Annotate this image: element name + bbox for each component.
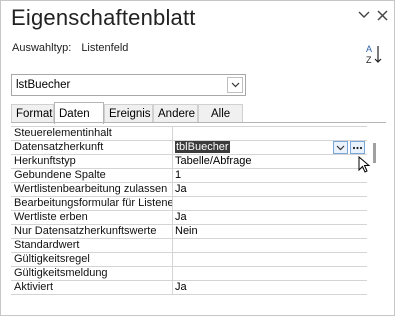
property-value[interactable]: 1 <box>173 169 367 182</box>
property-name: Datensatzherkunft <box>11 141 173 154</box>
property-grid: Steuerelementinhalt Datensatzherkunft tb… <box>11 126 367 308</box>
close-icon <box>377 10 387 20</box>
property-value[interactable]: Ja <box>173 183 367 196</box>
selection-type: Auswahltyp: Listenfeld <box>12 42 128 54</box>
property-name: Gültigkeitsmeldung <box>11 267 173 280</box>
property-row[interactable]: Wertliste erben Ja <box>11 211 367 225</box>
ellipsis-icon <box>352 146 363 149</box>
object-selector[interactable]: lstBuecher <box>11 74 246 96</box>
tab-format[interactable]: Format <box>11 104 54 123</box>
sort-az-icon: A Z <box>366 44 382 65</box>
property-name: Wertliste erben <box>11 211 173 224</box>
property-row-selected[interactable]: Datensatzherkunft tblBuecher <box>11 141 367 155</box>
property-name: Aktiviert <box>11 281 173 294</box>
tab-divider <box>11 122 386 123</box>
builder-button[interactable] <box>350 141 365 154</box>
property-value[interactable] <box>173 239 367 252</box>
selection-type-label: Auswahltyp: <box>12 42 72 54</box>
property-row[interactable]: Gültigkeitsregel <box>11 253 367 267</box>
close-button[interactable] <box>374 7 390 23</box>
object-selector-dropdown[interactable] <box>227 77 243 93</box>
property-name: Wertlistenbearbeitung zulassen <box>11 183 173 196</box>
property-name: Nur Datensatzherkunftswerte <box>11 225 173 238</box>
property-value[interactable] <box>173 127 367 140</box>
property-value[interactable] <box>173 267 367 280</box>
property-name: Bearbeitungsformular für Listenelemente <box>11 197 173 210</box>
property-row[interactable]: Steuerelementinhalt <box>11 127 367 141</box>
property-value[interactable]: Ja <box>173 281 367 294</box>
selected-value-text[interactable]: tblBuecher <box>175 141 230 153</box>
value-dropdown-button[interactable] <box>333 141 348 154</box>
tab-andere[interactable]: Andere <box>153 104 198 123</box>
property-row[interactable]: Herkunftstyp Tabelle/Abfrage <box>11 155 367 169</box>
property-name: Standardwert <box>11 239 173 252</box>
property-name: Gebundene Spalte <box>11 169 173 182</box>
property-value[interactable] <box>173 197 367 210</box>
object-selector-value: lstBuecher <box>16 79 71 91</box>
property-value[interactable]: Tabelle/Abfrage <box>173 155 367 168</box>
tab-ereignis[interactable]: Ereignis <box>104 104 153 123</box>
property-value[interactable]: Ja <box>173 211 367 224</box>
scrollbar-thumb[interactable] <box>373 143 376 163</box>
property-name: Gültigkeitsregel <box>11 253 173 266</box>
property-row[interactable]: Nur Datensatzherkunftswerte Nein <box>11 225 367 239</box>
property-row[interactable]: Bearbeitungsformular für Listenelemente <box>11 197 367 211</box>
property-name: Steuerelementinhalt <box>11 127 173 140</box>
property-row[interactable]: Gültigkeitsmeldung <box>11 267 367 281</box>
chevron-down-icon <box>231 82 239 88</box>
svg-text:Z: Z <box>366 55 372 65</box>
property-name: Herkunftstyp <box>11 155 173 168</box>
chevron-down-icon <box>336 145 345 150</box>
tab-alle[interactable]: Alle <box>198 104 243 123</box>
property-row[interactable]: Gebundene Spalte 1 <box>11 169 367 183</box>
svg-text:A: A <box>366 44 372 54</box>
window-title: Eigenschaftenblatt <box>11 5 196 30</box>
property-row[interactable]: Wertlistenbearbeitung zulassen Ja <box>11 183 367 197</box>
property-row[interactable]: Aktiviert Ja <box>11 281 367 295</box>
selection-type-value: Listenfeld <box>81 42 129 54</box>
property-sheet-window: Eigenschaftenblatt Auswahltyp: Listenfeld… <box>0 0 395 316</box>
sort-az-button[interactable]: A Z <box>364 43 386 65</box>
property-row[interactable]: Standardwert <box>11 239 367 253</box>
chevron-down-icon <box>358 11 370 18</box>
property-value[interactable]: Nein <box>173 225 367 238</box>
property-value[interactable] <box>173 253 367 266</box>
mouse-cursor-icon <box>358 156 371 173</box>
collapse-button[interactable] <box>356 7 372 23</box>
tab-daten[interactable]: Daten <box>54 102 104 124</box>
